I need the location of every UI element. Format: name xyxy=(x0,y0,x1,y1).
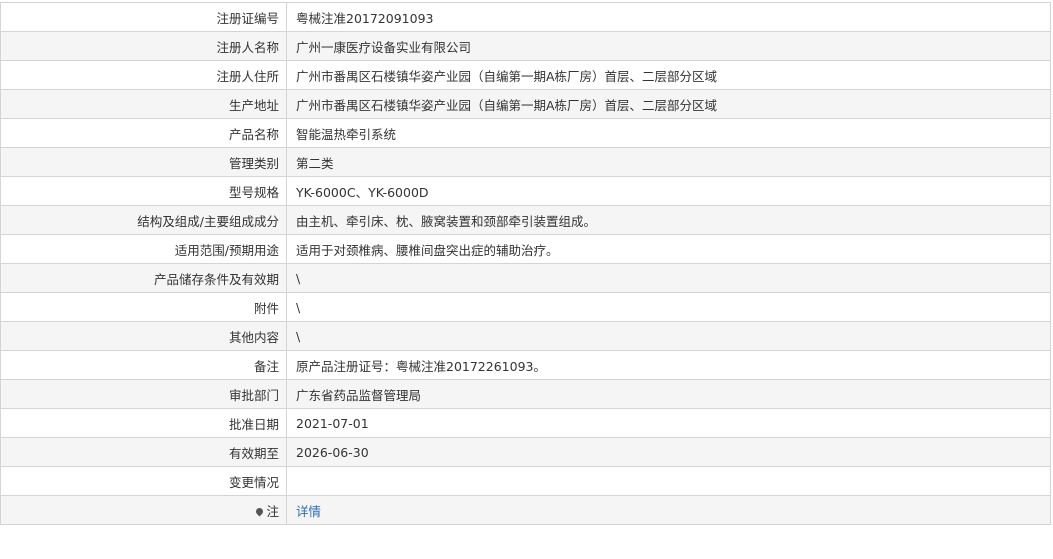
table-row: 产品名称 智能温热牵引系统 xyxy=(0,118,1051,148)
row-label: 型号规格 xyxy=(0,176,287,206)
table-row: 结构及组成/主要组成成分 由主机、牵引床、枕、腋窝装置和颈部牵引装置组成。 xyxy=(0,205,1051,235)
row-value: \ xyxy=(286,292,1051,322)
row-label: 注册证编号 xyxy=(0,2,287,32)
note-label: 注 xyxy=(266,503,279,519)
row-value: 智能温热牵引系统 xyxy=(286,118,1051,148)
note-label-cell: 注 xyxy=(0,495,287,525)
row-value: \ xyxy=(286,321,1051,351)
row-value: 广州市番禺区石楼镇华姿产业园（自编第一期A栋厂房）首层、二层部分区域 xyxy=(286,89,1051,119)
row-label: 有效期至 xyxy=(0,437,287,467)
row-label: 生产地址 xyxy=(0,89,287,119)
row-value: YK-6000C、YK-6000D xyxy=(286,176,1051,206)
table-row: 注册证编号 粤械注准20172091093 xyxy=(0,2,1051,32)
row-value: \ xyxy=(286,263,1051,293)
table-row: 批准日期 2021-07-01 xyxy=(0,408,1051,438)
row-label: 审批部门 xyxy=(0,379,287,409)
row-value: 广州一康医疗设备实业有限公司 xyxy=(286,31,1051,61)
row-value: 第二类 xyxy=(286,147,1051,177)
table-row: 适用范围/预期用途 适用于对颈椎病、腰椎间盘突出症的辅助治疗。 xyxy=(0,234,1051,264)
row-label: 产品储存条件及有效期 xyxy=(0,263,287,293)
note-row: 注 详情 xyxy=(0,495,1051,525)
row-value: 适用于对颈椎病、腰椎间盘突出症的辅助治疗。 xyxy=(286,234,1051,264)
table-row: 有效期至 2026-06-30 xyxy=(0,437,1051,467)
row-value: 2026-06-30 xyxy=(286,437,1051,467)
row-label: 其他内容 xyxy=(0,321,287,351)
row-value: 广州市番禺区石楼镇华姿产业园（自编第一期A栋厂房）首层、二层部分区域 xyxy=(286,60,1051,90)
row-label: 批准日期 xyxy=(0,408,287,438)
table-row: 注册人住所 广州市番禺区石楼镇华姿产业园（自编第一期A栋厂房）首层、二层部分区域 xyxy=(0,60,1051,90)
table-row: 备注 原产品注册证号：粤械注准20172261093。 xyxy=(0,350,1051,380)
row-label: 适用范围/预期用途 xyxy=(0,234,287,264)
table-row: 生产地址 广州市番禺区石楼镇华姿产业园（自编第一期A栋厂房）首层、二层部分区域 xyxy=(0,89,1051,119)
table-row: 管理类别 第二类 xyxy=(0,147,1051,177)
registration-detail-table: 注册证编号 粤械注准20172091093 注册人名称 广州一康医疗设备实业有限… xyxy=(0,2,1051,525)
row-value: 原产品注册证号：粤械注准20172261093。 xyxy=(286,350,1051,380)
row-label: 变更情况 xyxy=(0,466,287,496)
row-value: 2021-07-01 xyxy=(286,408,1051,438)
row-label: 附件 xyxy=(0,292,287,322)
table-row: 附件 \ xyxy=(0,292,1051,322)
row-value: 广东省药品监督管理局 xyxy=(286,379,1051,409)
table-row: 变更情况 xyxy=(0,466,1051,496)
row-label: 注册人住所 xyxy=(0,60,287,90)
row-label: 注册人名称 xyxy=(0,31,287,61)
row-label: 结构及组成/主要组成成分 xyxy=(0,205,287,235)
row-value xyxy=(286,466,1051,496)
row-label: 管理类别 xyxy=(0,147,287,177)
lightbulb-icon xyxy=(255,506,265,516)
table-row: 产品储存条件及有效期 \ xyxy=(0,263,1051,293)
row-label: 备注 xyxy=(0,350,287,380)
table-row: 审批部门 广东省药品监督管理局 xyxy=(0,379,1051,409)
row-value: 粤械注准20172091093 xyxy=(286,2,1051,32)
table-row: 注册人名称 广州一康医疗设备实业有限公司 xyxy=(0,31,1051,61)
table-row: 型号规格 YK-6000C、YK-6000D xyxy=(0,176,1051,206)
details-link[interactable]: 详情 xyxy=(296,504,321,519)
row-label: 产品名称 xyxy=(0,118,287,148)
note-value-cell: 详情 xyxy=(286,495,1051,525)
row-value: 由主机、牵引床、枕、腋窝装置和颈部牵引装置组成。 xyxy=(286,205,1051,235)
table-row: 其他内容 \ xyxy=(0,321,1051,351)
